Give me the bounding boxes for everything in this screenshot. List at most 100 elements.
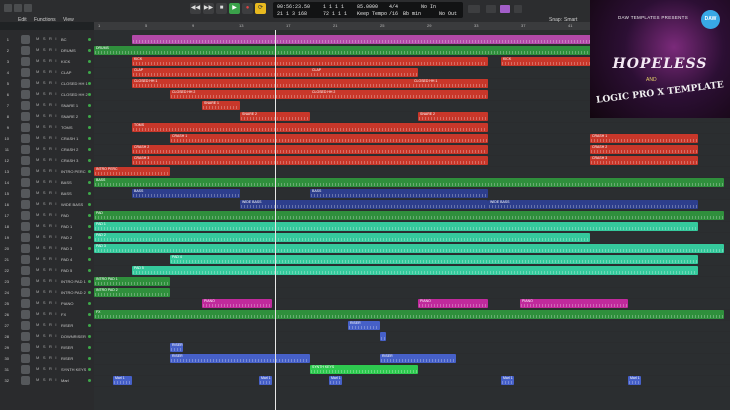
library-icon[interactable] [4,4,12,12]
playhead[interactable] [275,30,276,410]
track-buttons[interactable]: M S R I [36,377,58,382]
track-buttons[interactable]: M S R I [36,47,58,52]
track-buttons[interactable]: M S R I [36,157,58,162]
track-header[interactable]: 32 M S R I Marl [0,375,94,386]
track-header[interactable]: 24 M S R I INTRO PAD 2 [0,287,94,298]
track-on-indicator[interactable] [88,258,91,261]
track-buttons[interactable]: M S R I [36,366,58,371]
track-buttons[interactable]: M S R I [36,146,58,151]
track-name[interactable]: INTRO PERC [61,169,86,174]
track-header[interactable]: 9 M S R I TOMS [0,122,94,133]
track-buttons[interactable]: M S R I [36,278,58,283]
track-on-indicator[interactable] [88,236,91,239]
track-name[interactable]: SNARE 2 [61,114,78,119]
region[interactable]: PAD [94,211,724,220]
track-name[interactable]: PAD 4 [61,257,72,262]
track-on-indicator[interactable] [88,280,91,283]
track-header[interactable]: 28 M S R I DOWNRISER [0,331,94,342]
track-buttons[interactable]: M S R I [36,36,58,41]
track-on-indicator[interactable] [88,247,91,250]
track-name[interactable]: INTRO PAD 2 [61,290,86,295]
track-on-indicator[interactable] [88,225,91,228]
record-button[interactable]: ● [242,3,253,14]
track-name[interactable]: CLOSED HH 1 [61,81,88,86]
track-on-indicator[interactable] [88,49,91,52]
region[interactable]: BASS [94,178,724,187]
track-name[interactable]: CLOSED HH 2 [61,92,88,97]
track-buttons[interactable]: M S R I [36,135,58,140]
region[interactable]: Marl 1 [501,376,514,385]
region[interactable]: Marl 1 [628,376,641,385]
track-on-indicator[interactable] [88,71,91,74]
view-menu[interactable]: View [63,17,74,23]
track-header[interactable]: 22 M S R I PAD 5 [0,265,94,276]
region[interactable]: CRASH 3 [132,156,488,165]
region[interactable]: Marl 1 [329,376,342,385]
track-name[interactable]: RISER [61,323,73,328]
track-on-indicator[interactable] [88,313,91,316]
track-name[interactable]: CRASH 1 [61,136,78,141]
track-header[interactable]: 8 M S R I SNARE 2 [0,111,94,122]
track-buttons[interactable]: M S R I [36,201,58,206]
region[interactable]: CRASH 2 [132,145,488,154]
region[interactable]: INTRO PERC [94,167,170,176]
track-buttons[interactable]: M S R I [36,168,58,173]
track-on-indicator[interactable] [88,60,91,63]
track-on-indicator[interactable] [88,170,91,173]
region[interactable]: CLOSED HH 2 [310,90,488,99]
track-header[interactable]: 4 M S R I CLAP [0,67,94,78]
track-on-indicator[interactable] [88,335,91,338]
track-header[interactable]: 29 M S R I RISER [0,342,94,353]
list-editors-icon[interactable] [514,5,522,13]
track-header[interactable]: 31 M S R I SYNTH KEYS [0,364,94,375]
region[interactable]: RISER [170,354,310,363]
count-in-button[interactable] [486,5,496,13]
track-name[interactable]: BC [61,37,67,42]
region[interactable]: CLAP [310,68,418,77]
region[interactable]: CRASH 3 [590,156,698,165]
track-on-indicator[interactable] [88,38,91,41]
track-buttons[interactable]: M S R I [36,344,58,349]
track-header[interactable]: 20 M S R I PAD 3 [0,243,94,254]
region[interactable]: SNARE 1 [202,101,240,110]
track-buttons[interactable]: M S R I [36,113,58,118]
track-on-indicator[interactable] [88,181,91,184]
track-on-indicator[interactable] [88,368,91,371]
region[interactable]: PAD 2 [94,233,590,242]
track-buttons[interactable]: M S R I [36,311,58,316]
track-on-indicator[interactable] [88,159,91,162]
track-buttons[interactable]: M S R I [36,245,58,250]
track-header[interactable]: 25 M S R I PIANO [0,298,94,309]
region[interactable]: INTRO PAD 2 [94,288,170,297]
track-header[interactable]: 10 M S R I CRASH 1 [0,133,94,144]
track-on-indicator[interactable] [88,346,91,349]
track-name[interactable]: WIDE BASS [61,202,83,207]
track-buttons[interactable]: M S R I [36,190,58,195]
region[interactable]: PIANO [418,299,488,308]
track-on-indicator[interactable] [88,82,91,85]
track-on-indicator[interactable] [88,126,91,129]
track-buttons[interactable]: M S R I [36,223,58,228]
track-header[interactable]: 5 M S R I CLOSED HH 1 [0,78,94,89]
region[interactable]: PAD 5 [132,266,698,275]
region[interactable]: CLOSED HH 2 [170,90,323,99]
track-header[interactable]: 26 M S R I FX [0,309,94,320]
track-on-indicator[interactable] [88,291,91,294]
track-header[interactable]: 14 M S R I BASS [0,177,94,188]
track-header[interactable]: 1 M S R I BC [0,34,94,45]
region[interactable]: CRASH 1 [590,134,698,143]
track-name[interactable]: FX [61,312,66,317]
track-on-indicator[interactable] [88,93,91,96]
track-name[interactable]: PAD 1 [61,224,72,229]
stop-button[interactable]: ■ [216,3,227,14]
forward-button[interactable]: ▶▶ [203,3,214,14]
track-header[interactable]: 19 M S R I PAD 2 [0,232,94,243]
region[interactable] [380,332,386,341]
track-name[interactable]: BASS [61,180,72,185]
track-header[interactable]: 27 M S R I RISER [0,320,94,331]
track-name[interactable]: SYNTH KEYS [61,367,86,372]
region[interactable]: RISER [170,343,183,352]
track-name[interactable]: PAD 2 [61,235,72,240]
track-header[interactable]: 6 M S R I CLOSED HH 2 [0,89,94,100]
track-on-indicator[interactable] [88,357,91,360]
